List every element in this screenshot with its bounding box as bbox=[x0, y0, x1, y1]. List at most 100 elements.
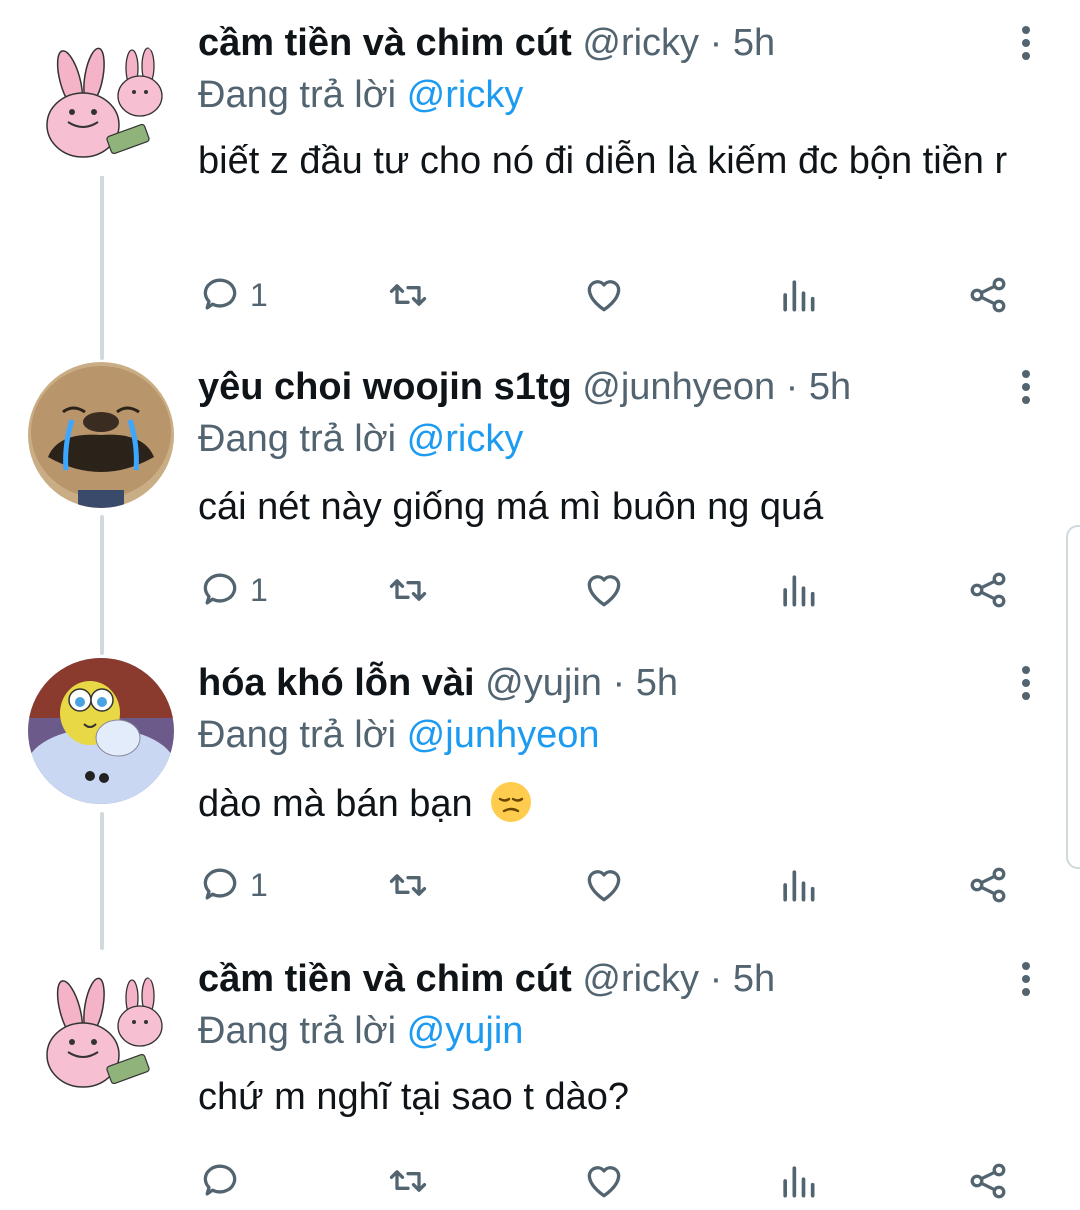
separator-dot: · bbox=[709, 958, 723, 1000]
pensive-face-emoji bbox=[491, 782, 532, 822]
display-name[interactable]: yêu choi woojin s1tg bbox=[198, 366, 572, 408]
mention-link[interactable]: @ricky bbox=[407, 418, 524, 460]
replying-to: Đang trả lời @ricky bbox=[198, 68, 523, 122]
avatar[interactable] bbox=[28, 362, 174, 508]
separator-dot: · bbox=[612, 662, 626, 704]
views-button[interactable] bbox=[776, 565, 820, 615]
heart-icon bbox=[587, 870, 621, 902]
share-button[interactable] bbox=[966, 860, 1010, 910]
separator-dot: · bbox=[709, 22, 723, 64]
user-handle[interactable]: @ricky bbox=[582, 958, 699, 1000]
separator-dot: · bbox=[785, 366, 799, 408]
share-button[interactable] bbox=[966, 270, 1010, 320]
replying-to-label: Đang trả lời bbox=[198, 74, 397, 116]
user-handle[interactable]: @yujin bbox=[485, 662, 602, 704]
tweet[interactable]: cầm tiền và chim cút @ricky · 5h Đang tr… bbox=[0, 16, 1080, 336]
tweet-text: dào mà bán bạn bbox=[198, 783, 473, 825]
views-icon bbox=[783, 280, 815, 312]
action-bar: 1 bbox=[198, 860, 1028, 910]
reply-icon bbox=[203, 278, 237, 310]
tweet-header: hóa khó lỗn vài @yujin · 5h bbox=[198, 656, 678, 710]
views-icon bbox=[783, 575, 815, 607]
timestamp[interactable]: 5h bbox=[636, 662, 678, 704]
views-icon bbox=[783, 870, 815, 902]
reply-button[interactable] bbox=[198, 1156, 250, 1206]
views-icon bbox=[783, 1166, 815, 1198]
tweet[interactable]: yêu choi woojin s1tg @junhyeon · 5h Đang… bbox=[0, 360, 1080, 650]
tweet-text: chứ m nghĩ tại sao t dào? bbox=[198, 1076, 630, 1118]
share-icon bbox=[970, 1163, 1006, 1199]
reply-icon bbox=[203, 868, 237, 900]
more-icon[interactable] bbox=[1016, 666, 1036, 706]
avatar[interactable] bbox=[28, 960, 174, 1106]
retweet-icon bbox=[389, 874, 427, 896]
display-name[interactable]: cầm tiền và chim cút bbox=[198, 22, 572, 64]
reply-count: 1 bbox=[250, 571, 268, 608]
replying-to: Đang trả lời @yujin bbox=[198, 1004, 523, 1058]
mention-link[interactable]: @ricky bbox=[407, 74, 524, 116]
crying-dog-avatar bbox=[28, 362, 174, 508]
tweet[interactable]: hóa khó lỗn vài @yujin · 5h Đang trả lời… bbox=[0, 656, 1080, 946]
tweet-header: cầm tiền và chim cút @ricky · 5h bbox=[198, 16, 775, 70]
share-icon bbox=[970, 867, 1006, 903]
tweet-text: biết z đầu tư cho nó đi diễn là kiếm đc … bbox=[198, 140, 1008, 182]
views-button[interactable] bbox=[776, 860, 820, 910]
more-icon[interactable] bbox=[1016, 370, 1036, 410]
reply-button[interactable]: 1 bbox=[198, 565, 268, 615]
user-handle[interactable]: @ricky bbox=[582, 22, 699, 64]
tweet-header: yêu choi woojin s1tg @junhyeon · 5h bbox=[198, 360, 851, 414]
timestamp[interactable]: 5h bbox=[733, 958, 775, 1000]
scrollbar[interactable] bbox=[1066, 525, 1080, 869]
heart-icon bbox=[587, 1166, 621, 1198]
reply-icon bbox=[203, 573, 237, 605]
retweet-button[interactable] bbox=[386, 270, 430, 320]
like-button[interactable] bbox=[582, 565, 626, 615]
tweet-header: cầm tiền và chim cút @ricky · 5h bbox=[198, 952, 775, 1006]
avatar[interactable] bbox=[28, 30, 174, 176]
retweet-icon bbox=[389, 284, 427, 306]
retweet-button[interactable] bbox=[386, 1156, 430, 1206]
action-bar bbox=[198, 1156, 1028, 1206]
action-bar: 1 bbox=[198, 565, 1028, 615]
retweet-button[interactable] bbox=[386, 860, 430, 910]
like-button[interactable] bbox=[582, 1156, 626, 1206]
replying-to: Đang trả lời @junhyeon bbox=[198, 708, 600, 762]
avatar[interactable] bbox=[28, 658, 174, 804]
replying-to-label: Đang trả lời bbox=[198, 1010, 397, 1052]
reply-count: 1 bbox=[250, 866, 268, 903]
replying-to: Đang trả lời @ricky bbox=[198, 412, 523, 466]
tweet-text: cái nét này giống má mì buôn ng quá bbox=[198, 486, 824, 528]
reply-button[interactable]: 1 bbox=[198, 270, 268, 320]
replying-to-label: Đang trả lời bbox=[198, 714, 397, 756]
crying-sponge-avatar bbox=[28, 658, 174, 804]
share-button[interactable] bbox=[966, 565, 1010, 615]
share-icon bbox=[970, 572, 1006, 608]
like-button[interactable] bbox=[582, 860, 626, 910]
user-handle[interactable]: @junhyeon bbox=[582, 366, 775, 408]
heart-icon bbox=[587, 575, 621, 607]
views-button[interactable] bbox=[776, 1156, 820, 1206]
share-button[interactable] bbox=[966, 1156, 1010, 1206]
retweet-icon bbox=[389, 1170, 427, 1192]
views-button[interactable] bbox=[776, 270, 820, 320]
display-name[interactable]: hóa khó lỗn vài bbox=[198, 662, 475, 704]
retweet-button[interactable] bbox=[386, 565, 430, 615]
more-icon[interactable] bbox=[1016, 26, 1036, 66]
more-icon[interactable] bbox=[1016, 962, 1036, 1002]
action-bar: 1 bbox=[198, 270, 1028, 320]
share-icon bbox=[970, 277, 1006, 313]
mention-link[interactable]: @junhyeon bbox=[407, 714, 600, 756]
pink-rabbit-avatar bbox=[28, 30, 174, 176]
pink-rabbit-avatar bbox=[28, 960, 174, 1106]
reply-count: 1 bbox=[250, 276, 268, 313]
mention-link[interactable]: @yujin bbox=[407, 1010, 524, 1052]
display-name[interactable]: cầm tiền và chim cút bbox=[198, 958, 572, 1000]
like-button[interactable] bbox=[582, 270, 626, 320]
reply-button[interactable]: 1 bbox=[198, 860, 268, 910]
timestamp[interactable]: 5h bbox=[733, 22, 775, 64]
timestamp[interactable]: 5h bbox=[809, 366, 851, 408]
replying-to-label: Đang trả lời bbox=[198, 418, 397, 460]
tweet[interactable]: cầm tiền và chim cút @ricky · 5h Đang tr… bbox=[0, 952, 1080, 1210]
reply-icon bbox=[203, 1164, 237, 1196]
retweet-icon bbox=[389, 579, 427, 601]
